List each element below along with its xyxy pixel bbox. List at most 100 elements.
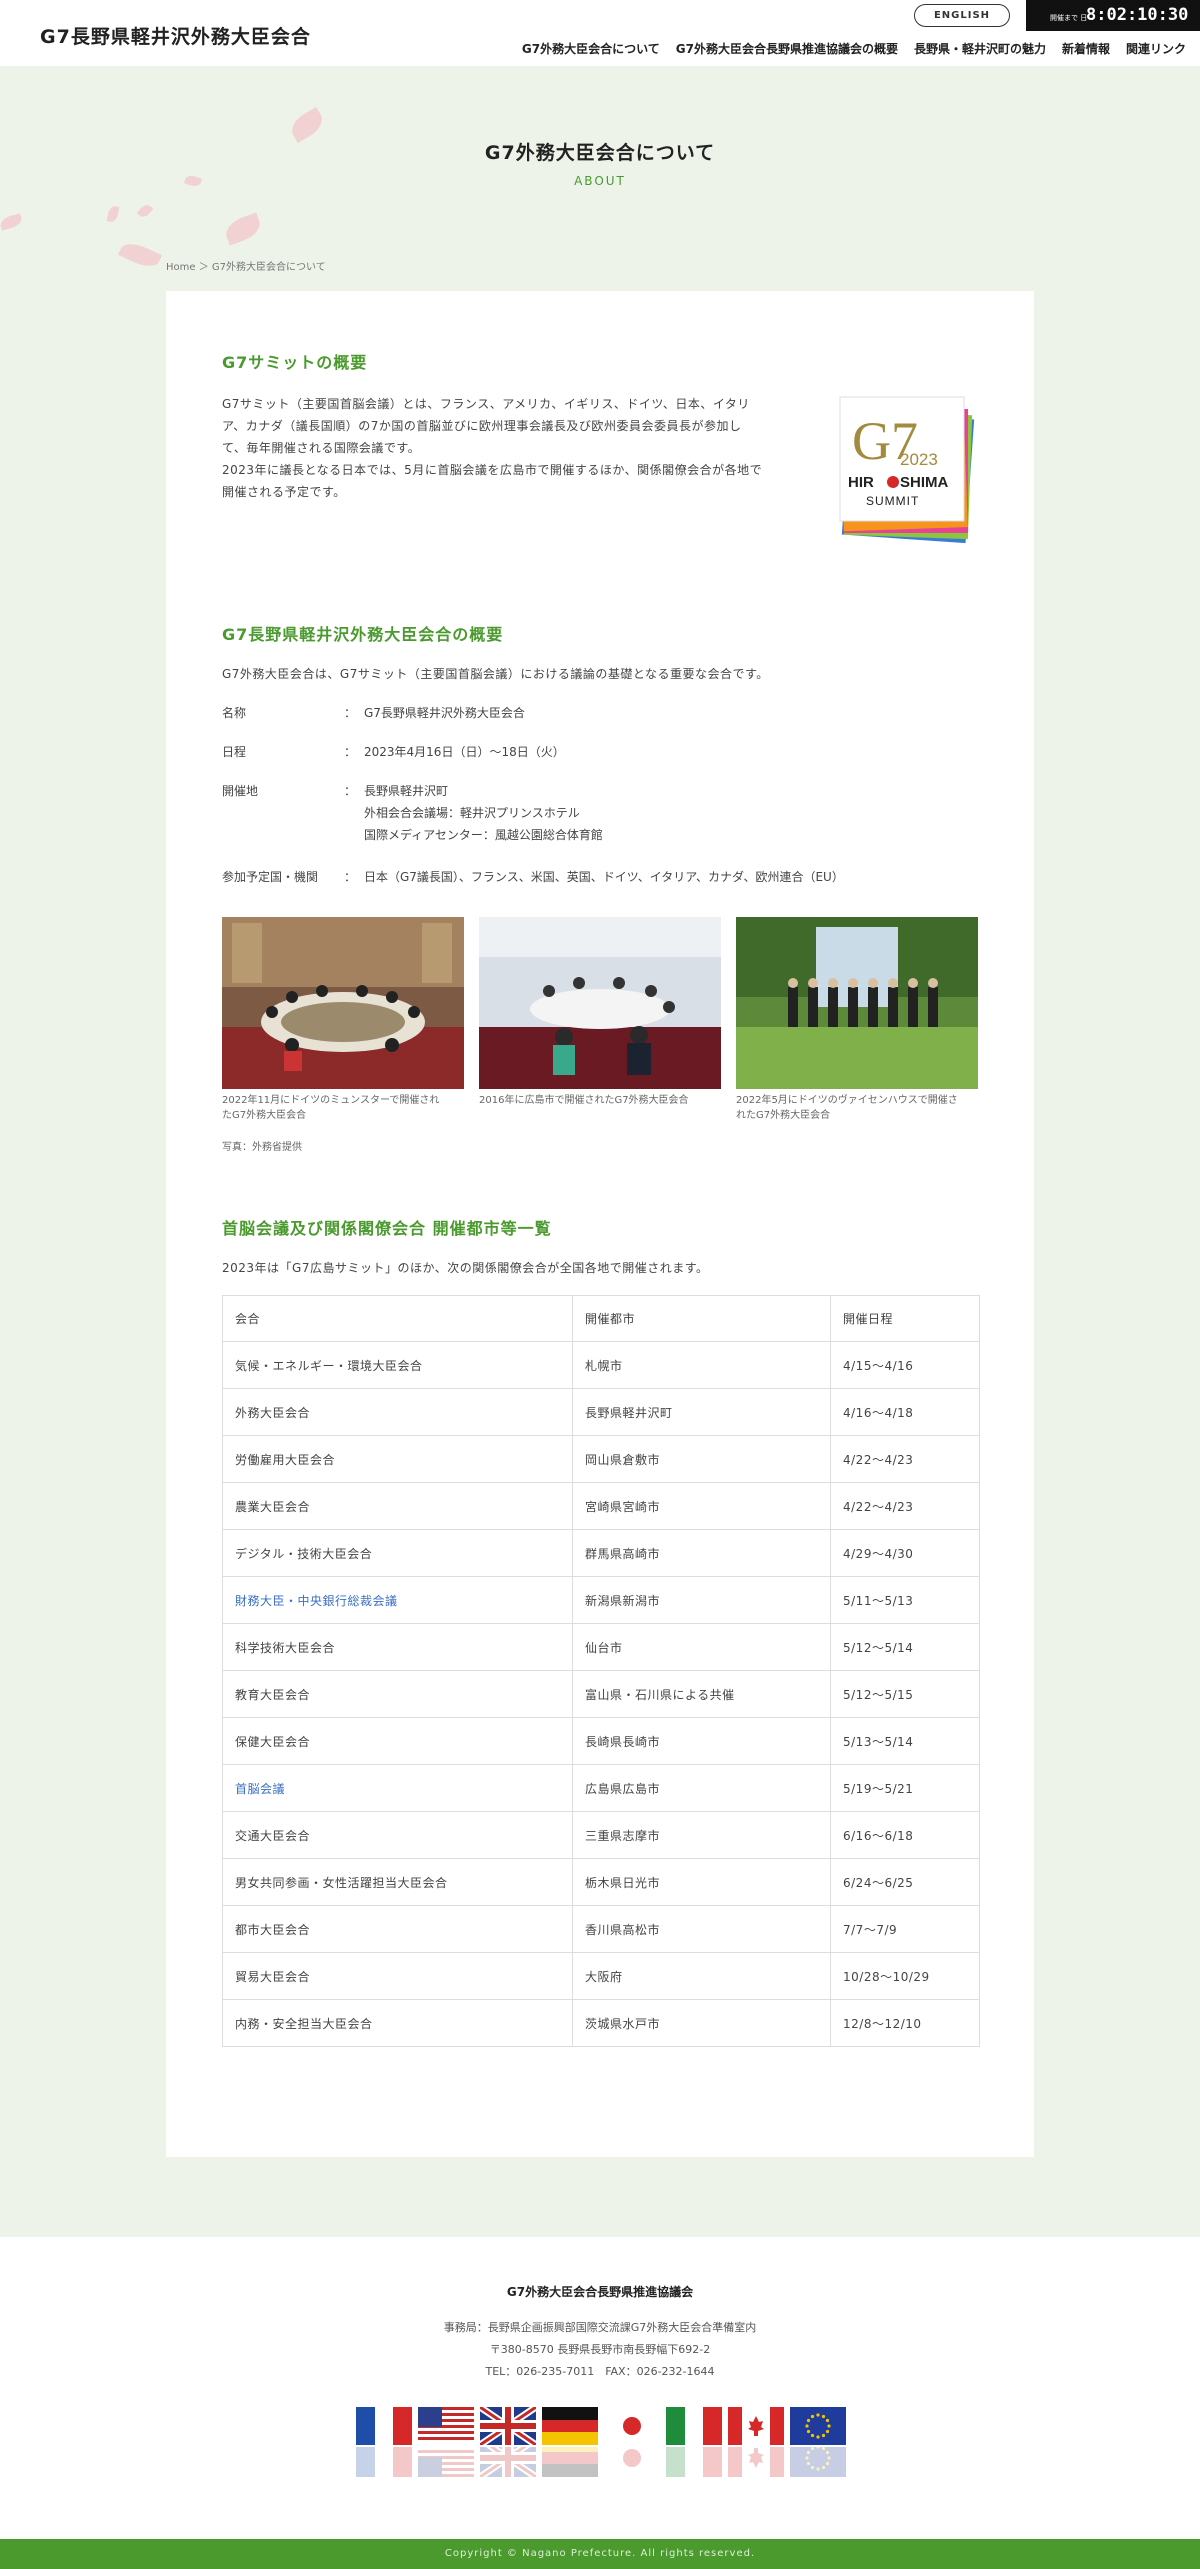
table-row: 気候・エネルギー・環境大臣会合 札幌市 4/15〜4/16 xyxy=(222,1341,980,1389)
info-value: 2023年4月16日（日）〜18日（火） xyxy=(364,745,565,759)
table-row: 科学技術大臣会合 仙台市 5/12〜5/14 xyxy=(222,1623,980,1671)
info-colon: ： xyxy=(344,706,357,720)
schedule-table: 会合 開催都市 開催日程 気候・エネルギー・環境大臣会合 札幌市 4/15〜4/16… xyxy=(222,1295,980,2047)
meeting-intro: G7外務大臣会合は、G7サミット（主要国首脳会議）における議論の基礎となる重要な… xyxy=(222,667,769,681)
germany-flag xyxy=(542,2407,598,2445)
table-row: 財務大臣・中央銀行総裁会議 新潟県新潟市 5/11〜5/13 xyxy=(222,1576,980,1624)
info-label: 日程 xyxy=(222,745,247,759)
footer-office: 事務局：長野県企画振興部国際交流課G7外務大臣会合準備室内 xyxy=(443,2321,757,2334)
logo-summit: SUMMIT xyxy=(866,494,919,508)
info-colon: ： xyxy=(344,745,357,759)
site-header: G7長野県軽井沢外務大臣会合 ENGLISH 開催まで 日 8:02:10:30… xyxy=(0,0,1200,66)
dates-cell: 4/16〜4/18 xyxy=(830,1388,980,1436)
france-flag-reflection xyxy=(356,2447,412,2477)
global-nav: G7外務大臣会合について G7外務大臣会合長野県推進協議会の概要 長野県・軽井沢… xyxy=(506,40,1186,57)
dates-cell: 5/11〜5/13 xyxy=(830,1576,980,1624)
eu-flag-reflection xyxy=(790,2447,846,2477)
info-value: 日本（G7議長国）、フランス、米国、英国、ドイツ、イタリア、カナダ、欧州連合（E… xyxy=(364,870,844,884)
dates-cell: 10/28〜10/29 xyxy=(830,1952,980,2000)
summit-heading: G7サミットの概要 xyxy=(222,353,368,372)
canada-flag-reflection xyxy=(728,2447,784,2477)
meeting-cell: 気候・エネルギー・環境大臣会合 xyxy=(222,1341,573,1389)
site-footer: G7外務大臣会合長野県推進協議会 事務局：長野県企画振興部国際交流課G7外務大臣… xyxy=(0,2237,1200,2539)
table-row: デジタル・技術大臣会合 群馬県高崎市 4/29〜4/30 xyxy=(222,1529,980,1577)
meeting-cell: 農業大臣会合 xyxy=(222,1482,573,1530)
english-button[interactable]: ENGLISH xyxy=(914,4,1010,27)
photo-weissenhaus-meeting xyxy=(736,917,978,1089)
photo-caption: 2022年5月にドイツのヴァイセンハウスで開催さ れたG7外務大臣会合 xyxy=(736,1093,978,1123)
city-cell: 三重県志摩市 xyxy=(572,1811,831,1859)
italy-flag xyxy=(666,2407,722,2445)
info-value: 長野県軽井沢町 xyxy=(364,784,449,798)
breadcrumb[interactable]: Home ＞ G7外務大臣会合について xyxy=(166,258,326,273)
info-colon: ： xyxy=(344,870,357,884)
meeting-cell: 労働雇用大臣会合 xyxy=(222,1435,573,1483)
dates-cell: 4/15〜4/16 xyxy=(830,1341,980,1389)
dates-cell: 6/24〜6/25 xyxy=(830,1858,980,1906)
dates-cell: 4/22〜4/23 xyxy=(830,1435,980,1483)
petal-decoration xyxy=(0,213,24,231)
italy-flag-reflection xyxy=(666,2447,722,2477)
summit-line: G7サミット（主要国首脳会議）とは、フランス、アメリカ、イギリス、ドイツ、日本、… xyxy=(222,397,750,411)
canada-flag xyxy=(728,2407,784,2445)
info-label: 名称 xyxy=(222,706,247,720)
city-cell: 茨城県水戸市 xyxy=(572,1999,831,2047)
meeting-cell[interactable]: 首脳会議 xyxy=(222,1764,573,1812)
footer-address: 〒380-8570 長野県長野市南長野幅下692-2 xyxy=(489,2343,711,2356)
meeting-cell[interactable]: 財務大臣・中央銀行総裁会議 xyxy=(222,1576,573,1624)
meeting-cell: 都市大臣会合 xyxy=(222,1905,573,1953)
nav-attractions[interactable]: 長野県・軽井沢町の魅力 xyxy=(914,40,1046,57)
schedule-intro: 2023年は「G7広島サミット」のほか、次の関係閣僚会合が全国各地で開催されます… xyxy=(222,1261,709,1275)
dates-cell: 12/8〜12/10 xyxy=(830,1999,980,2047)
city-cell: 長崎県長崎市 xyxy=(572,1717,831,1765)
meeting-cell: デジタル・技術大臣会合 xyxy=(222,1529,573,1577)
photo-caption-line: 2022年5月にドイツのヴァイセンハウスで開催さ xyxy=(736,1095,958,1106)
city-cell: 長野県軽井沢町 xyxy=(572,1388,831,1436)
table-row: 教育大臣会合 富山県・石川県による共催 5/12〜5/15 xyxy=(222,1670,980,1718)
table-row: 交通大臣会合 三重県志摩市 6/16〜6/18 xyxy=(222,1811,980,1859)
city-cell: 群馬県高崎市 xyxy=(572,1529,831,1577)
meeting-cell: 教育大臣会合 xyxy=(222,1670,573,1718)
city-cell: 新潟県新潟市 xyxy=(572,1576,831,1624)
meeting-cell: 交通大臣会合 xyxy=(222,1811,573,1859)
uk-flag-reflection xyxy=(480,2447,536,2477)
city-cell: 岡山県倉敷市 xyxy=(572,1435,831,1483)
info-value: 外相会合会議場：軽井沢プリンスホテル xyxy=(364,806,580,820)
table-row: 貿易大臣会合 大阪府 10/28〜10/29 xyxy=(222,1952,980,2000)
table-row: 首脳会議 広島県広島市 5/19〜5/21 xyxy=(222,1764,980,1812)
photo-hiroshima-meeting xyxy=(479,917,721,1089)
meeting-cell: 外務大臣会合 xyxy=(222,1388,573,1436)
dates-cell: 4/29〜4/30 xyxy=(830,1529,980,1577)
usa-flag xyxy=(418,2407,474,2445)
content-card: G7サミットの概要 G7サミット（主要国首脳会議）とは、フランス、アメリカ、イギ… xyxy=(166,291,1034,2157)
table-row: 都市大臣会合 香川県高松市 7/7〜7/9 xyxy=(222,1905,980,1953)
dates-cell: 5/12〜5/14 xyxy=(830,1623,980,1671)
info-label: 開催地 xyxy=(222,784,259,798)
photo-caption-line: 2022年11月にドイツのミュンスターで開催され xyxy=(222,1095,440,1106)
usa-flag-reflection xyxy=(418,2447,474,2477)
eu-flag xyxy=(790,2407,846,2445)
footer-tel: TEL：026-235-7011 FAX：026-232-1644 xyxy=(485,2365,715,2378)
nav-news[interactable]: 新着情報 xyxy=(1062,40,1110,57)
dates-cell: 5/12〜5/15 xyxy=(830,1670,980,1718)
table-row: 外務大臣会合 長野県軽井沢町 4/16〜4/18 xyxy=(222,1388,980,1436)
footer-org-name: G7外務大臣会合長野県推進協議会 xyxy=(506,2285,694,2299)
hero-section: G7外務大臣会合について ABOUT Home ＞ G7外務大臣会合について xyxy=(0,66,1200,291)
site-title-link[interactable]: G7長野県軽井沢外務大臣会合 xyxy=(40,22,311,49)
summit-line: 2023年に議長となる日本では、5月に首脳会議を広島市で開催するほか、関係閣僚会… xyxy=(222,463,763,477)
nav-links[interactable]: 関連リンク xyxy=(1126,40,1186,57)
uk-flag xyxy=(480,2407,536,2445)
nav-council[interactable]: G7外務大臣会合長野県推進協議会の概要 xyxy=(676,40,898,57)
photo-caption-line: 2016年に広島市で開催されたG7外務大臣会合 xyxy=(479,1095,689,1106)
city-cell: 宮崎県宮崎市 xyxy=(572,1482,831,1530)
countdown-caption: 開催まで 日 xyxy=(1050,14,1088,22)
japan-flag-reflection xyxy=(604,2447,660,2477)
logo-city-b: SHIMA xyxy=(900,474,949,491)
info-label: 参加予定国・機関 xyxy=(222,870,319,884)
city-cell: 広島県広島市 xyxy=(572,1764,831,1812)
meeting-cell: 貿易大臣会合 xyxy=(222,1952,573,2000)
column-header-meeting: 会合 xyxy=(222,1295,573,1342)
meeting-cell: 男女共同参画・女性活躍担当大臣会合 xyxy=(222,1858,573,1906)
nav-about[interactable]: G7外務大臣会合について xyxy=(522,40,660,57)
table-row: 農業大臣会合 宮崎県宮崎市 4/22〜4/23 xyxy=(222,1482,980,1530)
